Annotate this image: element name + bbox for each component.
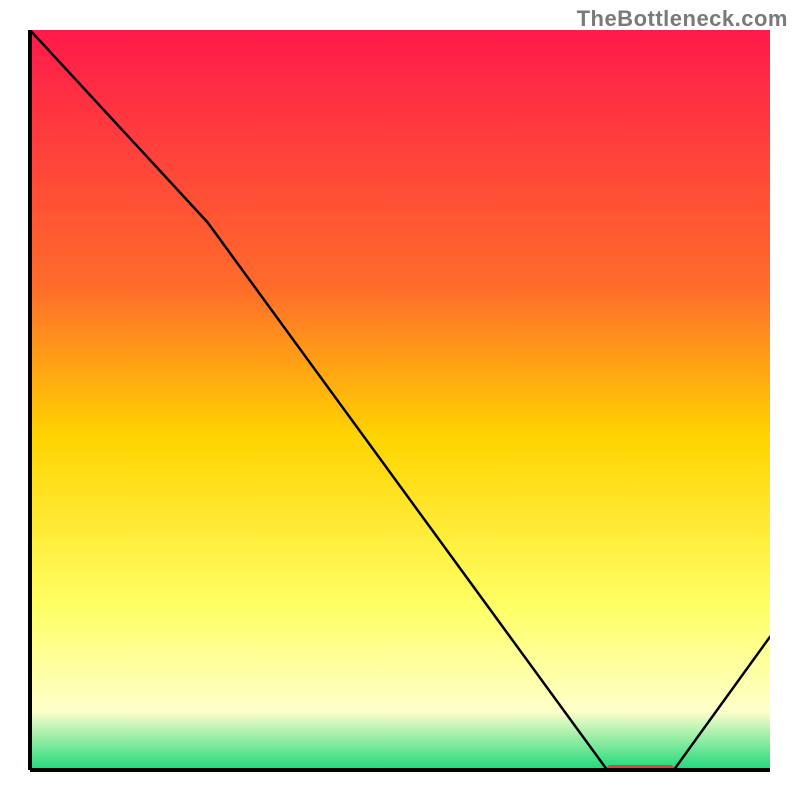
chart-container: TheBottleneck.com	[0, 0, 800, 800]
chart-background	[30, 30, 770, 770]
chart-svg	[0, 0, 800, 800]
